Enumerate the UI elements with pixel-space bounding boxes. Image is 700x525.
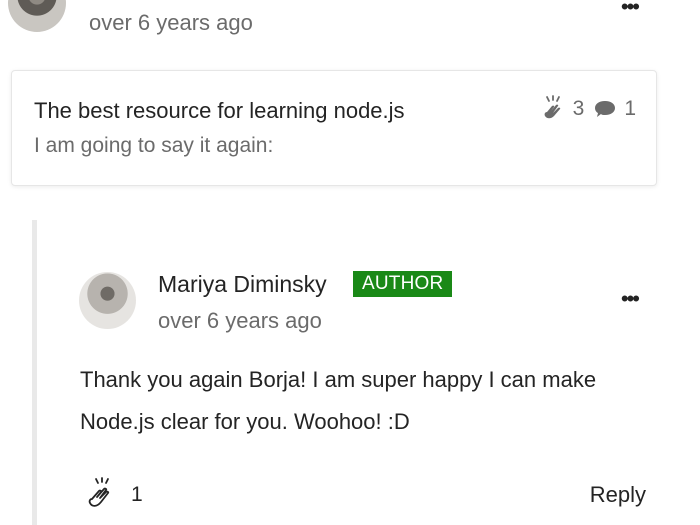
reply-button[interactable]: Reply (590, 482, 646, 508)
reply-clap-count: 1 (131, 483, 143, 506)
speech-bubble-icon (592, 96, 618, 122)
reply-timestamp[interactable]: over 6 years ago (158, 308, 322, 334)
referenced-post-stats: 3 1 (539, 95, 636, 123)
reply-author-name[interactable]: Mariya Diminsky (158, 271, 327, 298)
reply-clap-area[interactable]: 1 (83, 477, 143, 513)
reply-body: Thank you again Borja! I am super happy … (80, 367, 597, 434)
reply-thread-line (32, 220, 37, 525)
reply-author-avatar[interactable] (79, 272, 136, 329)
top-comment-timestamp: over 6 years ago (89, 10, 253, 35)
referenced-post-clap-count: 3 (572, 97, 585, 120)
author-badge: AUTHOR (353, 271, 453, 297)
referenced-post-title[interactable]: The best resource for learning node.js (34, 98, 405, 124)
referenced-post-subtitle: I am going to say it again: (34, 134, 274, 157)
referenced-post-claps: 3 (539, 95, 585, 123)
top-comment-avatar[interactable] (8, 0, 66, 32)
referenced-post-response-count: 1 (624, 97, 636, 120)
referenced-post-card[interactable]: The best resource for learning node.js I… (11, 70, 657, 186)
top-comment-more-button[interactable]: ••• (621, 0, 640, 20)
clap-icon[interactable] (83, 477, 119, 513)
reply-more-button[interactable]: ••• (621, 286, 640, 312)
clap-icon (539, 95, 567, 123)
referenced-post-responses: 1 (592, 96, 636, 122)
